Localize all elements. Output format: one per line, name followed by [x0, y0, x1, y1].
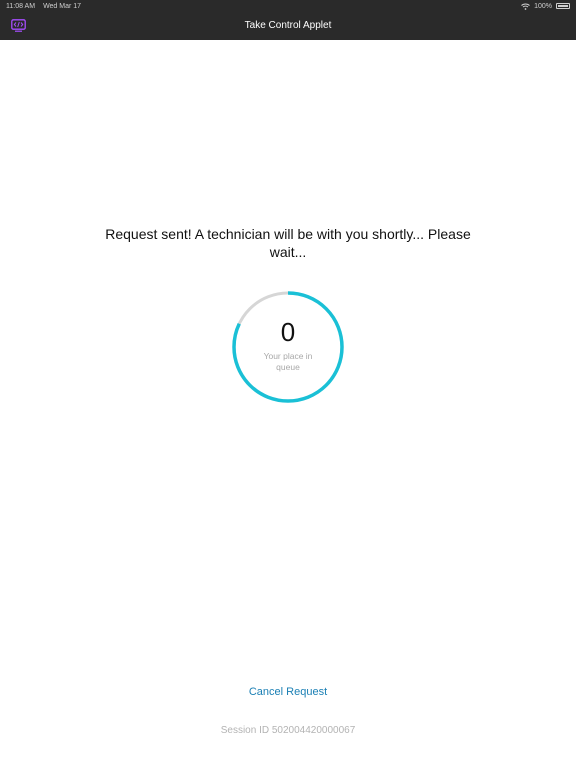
status-bar: 11:08 AM Wed Mar 17 100%: [0, 0, 576, 12]
nav-bar: Take Control Applet: [0, 12, 576, 40]
battery-percent: 100%: [534, 2, 552, 10]
page-title: Take Control Applet: [244, 20, 332, 31]
queue-label: Your place in queue: [263, 351, 313, 372]
session-id: Session ID 502004420000067: [220, 725, 356, 736]
status-message: Request sent! A technician will be with …: [105, 226, 471, 260]
status-time: 11:08 AM: [6, 2, 36, 10]
status-date: Wed Mar 17: [43, 2, 82, 10]
queue-position: 0: [280, 317, 296, 347]
cancel-request-button[interactable]: Cancel Request: [208, 683, 368, 701]
wifi-icon: [521, 3, 530, 10]
battery-icon: [556, 3, 570, 9]
